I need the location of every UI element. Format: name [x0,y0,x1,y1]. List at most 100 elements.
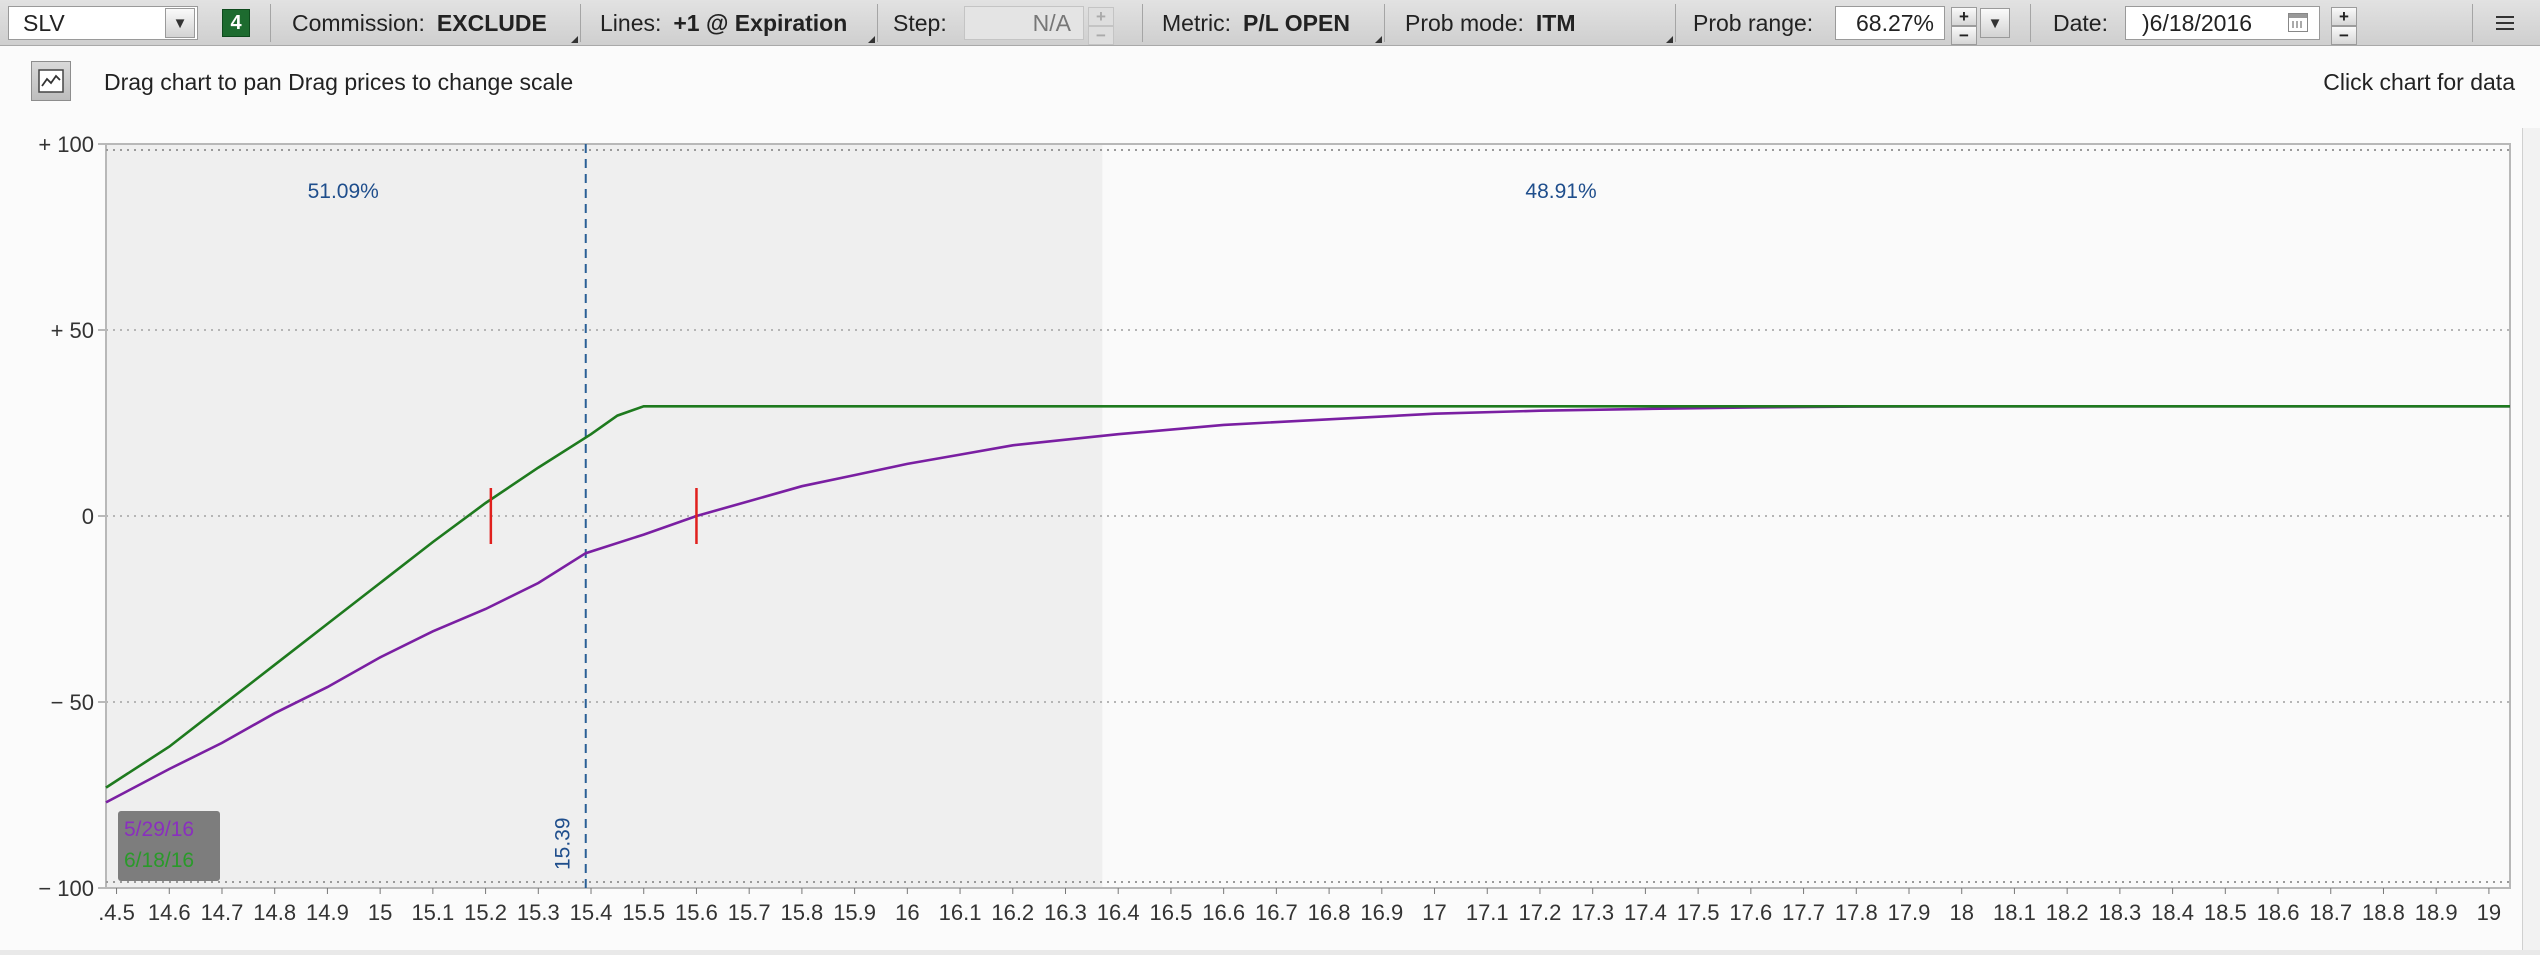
x-tick-label: 16.9 [1360,900,1403,925]
y-tick-label: + 50 [51,318,94,343]
chevron-down-icon[interactable]: ▼ [165,8,195,38]
probmode-selector[interactable]: Prob mode: ITM [1405,0,1576,46]
probability-label: 48.91% [1525,180,1596,203]
date-label: Date: [2053,9,2108,36]
commission-value: EXCLUDE [436,9,547,36]
x-tick-label: 16.6 [1202,900,1245,925]
toolbar-separator [877,4,878,42]
current-price-label: 15.39 [552,817,575,870]
link-group-badge[interactable]: 4 [222,9,250,37]
plus-icon[interactable]: + [1951,7,1977,26]
probrange-input[interactable]: 68.27% [1835,6,1945,40]
x-tick-label: 17.3 [1571,900,1614,925]
x-tick-label: 17.2 [1519,900,1562,925]
x-tick-label: 16 [895,900,919,925]
vertical-scrollbar[interactable] [2522,128,2540,950]
x-tick-label: 14.7 [201,900,244,925]
probrange-spinner[interactable]: + − [1951,7,1977,45]
x-tick-label: 15.8 [780,900,823,925]
x-tick-label: 18.1 [1993,900,2036,925]
x-tick-label: 18.9 [2415,900,2458,925]
y-tick-label: − 100 [38,876,94,901]
lines-selector[interactable]: Lines: +1 @ Expiration [600,0,847,46]
metric-selector[interactable]: Metric: P/L OPEN [1162,0,1350,46]
x-tick-label: 16.3 [1044,900,1087,925]
dropdown-corner-icon [571,36,578,43]
step-input: N/A [964,6,1084,40]
chevron-down-icon[interactable]: ▼ [1980,8,2010,38]
lines-label: Lines: [600,9,662,36]
x-tick-label: 16.4 [1097,900,1140,925]
dropdown-corner-icon [1666,36,1673,43]
y-tick-label: + 100 [38,132,94,157]
menu-icon[interactable] [2490,0,2520,46]
calendar-icon[interactable] [2288,13,2308,32]
x-tick-label: 14.9 [306,900,349,925]
x-tick-label: 15.1 [411,900,454,925]
pan-scale-hint: Drag chart to pan Drag prices to change … [104,69,574,95]
x-tick-label: 18.5 [2204,900,2247,925]
y-tick-label: − 50 [51,690,94,715]
risk-profile-chart[interactable]: + 100 + 50 0 − 50 − 100.4.5 14.6 14.7 14.8 14.9 1… [0,128,2522,950]
minus-icon[interactable]: − [1951,26,1977,45]
x-tick-label: 16.5 [1150,900,1193,925]
x-tick-label: 16.8 [1308,900,1351,925]
toolbar-separator [2030,4,2031,42]
click-chart-hint: Click chart for data [2323,69,2515,95]
minus-icon[interactable]: − [2331,26,2357,45]
x-tick-label: 17.4 [1624,900,1667,925]
x-tick-label: 15.9 [833,900,876,925]
step-label: Step: [893,9,947,36]
chart-icon[interactable] [31,61,71,101]
x-tick-label: 17 [1422,900,1446,925]
dropdown-corner-icon [1375,36,1382,43]
x-tick-label: 17.6 [1729,900,1772,925]
chart-hint-bar: Drag chart to pan Drag prices to change … [0,46,2540,128]
x-tick-label: 15.4 [570,900,613,925]
probability-label: 51.09% [308,180,379,203]
x-tick-label: 18.4 [2151,900,2194,925]
x-tick-label: 18.8 [2362,900,2405,925]
probmode-label: Prob mode: [1405,9,1524,36]
x-tick-label: 18.3 [2098,900,2141,925]
toolbar-separator [270,4,271,42]
x-tick-label: 19 [2477,900,2501,925]
probmode-value: ITM [1535,9,1576,36]
probrange-label: Prob range: [1693,9,1814,36]
metric-value: P/L OPEN [1243,9,1350,36]
x-tick-label: 17.7 [1782,900,1825,925]
toolbar-separator [1675,4,1676,42]
x-tick-label: 17.5 [1677,900,1720,925]
x-tick-label: 17.1 [1466,900,1509,925]
legend-entry: 6/18/16 [124,849,194,872]
step-spinner: + − [1088,7,1114,45]
x-tick-label: 14.6 [148,900,191,925]
date-spinner[interactable]: + − [2331,7,2357,45]
symbol-selector[interactable]: SLV ▼ [8,6,198,40]
x-tick-label: 15.3 [517,900,560,925]
x-tick-label: 16.1 [939,900,982,925]
x-tick-label: 18.2 [2046,900,2089,925]
x-tick-label: 18 [1949,900,1973,925]
x-tick-label: 17.9 [1888,900,1931,925]
x-tick-label: 15.6 [675,900,718,925]
toolbar-separator [1384,4,1385,42]
metric-label: Metric: [1162,9,1231,36]
x-tick-label: 15.5 [622,900,665,925]
plus-icon[interactable]: + [2331,7,2357,26]
x-tick-label: 14.8 [253,900,296,925]
minus-icon: − [1088,26,1114,45]
y-tick-label: 0 [82,504,94,529]
x-tick-label: 15.2 [464,900,507,925]
toolbar-separator [580,4,581,42]
x-tick-label: 16.2 [991,900,1034,925]
x-tick-label: 15.7 [728,900,771,925]
lines-value: +1 @ Expiration [673,9,848,36]
commission-selector[interactable]: Commission: EXCLUDE [292,0,547,46]
x-tick-label: .4.5 [98,900,135,925]
x-tick-label: 18.7 [2309,900,2352,925]
x-tick-label: 16.7 [1255,900,1298,925]
risk-profile-chart-area[interactable]: + 100 + 50 0 − 50 − 100.4.5 14.6 14.7 14.8 14.9 1… [0,128,2540,950]
commission-label: Commission: [292,9,425,36]
plus-icon: + [1088,7,1114,26]
